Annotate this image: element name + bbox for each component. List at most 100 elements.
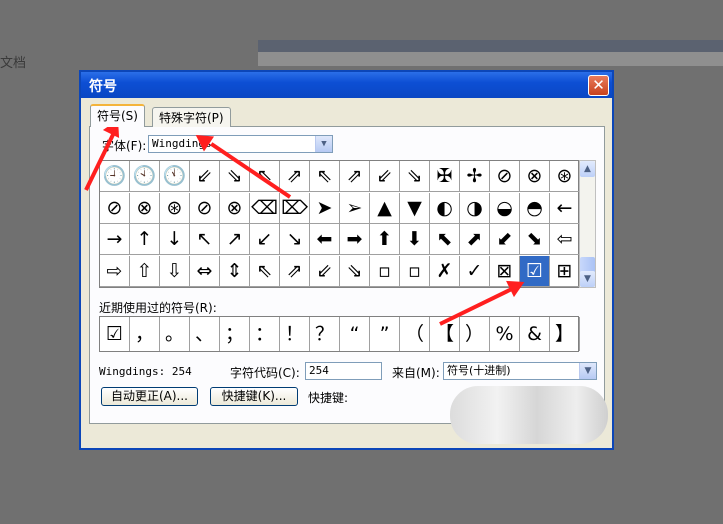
symbol-cell[interactable]: ⇧ — [130, 255, 160, 287]
recent-symbol-cell[interactable]: ” — [370, 317, 400, 351]
symbol-cell[interactable]: ← — [550, 192, 580, 224]
symbol-cell[interactable]: ⊛ — [550, 161, 580, 192]
recent-symbol-cell[interactable]: ； — [220, 317, 250, 351]
symbol-cell[interactable]: ⇘ — [340, 255, 370, 287]
symbol-cell[interactable]: ⬅ — [310, 224, 340, 255]
symbol-cell[interactable]: ➢ — [340, 192, 370, 224]
symbol-cell[interactable]: ⇕ — [220, 255, 250, 287]
recent-symbol-cell[interactable]: 。 — [160, 317, 190, 351]
symbol-cell[interactable]: ⊘ — [490, 161, 520, 192]
symbol-cell[interactable]: ⇔ — [190, 255, 220, 287]
symbol-cell[interactable]: ✠ — [430, 161, 460, 192]
symbol-cell[interactable]: ⬈ — [460, 224, 490, 255]
recent-symbol-cell[interactable]: % — [490, 317, 520, 351]
symbol-cell[interactable]: ⬆ — [370, 224, 400, 255]
tab-symbols[interactable]: 符号(S) — [90, 104, 145, 127]
from-select[interactable]: 符号(十进制) ▼ — [443, 362, 597, 380]
symbol-cell[interactable]: ⊘ — [100, 192, 130, 224]
shortcut-key-button[interactable]: 快捷键(K)... — [210, 387, 298, 406]
blurred-buttons — [450, 386, 608, 444]
recent-symbol-cell[interactable]: & — [520, 317, 550, 351]
from-label: 来自(M): — [392, 366, 440, 380]
recent-symbol-cell[interactable]: ？ — [310, 317, 340, 351]
symbol-cell[interactable]: ⊗ — [520, 161, 550, 192]
symbol-cell[interactable]: ⇗ — [280, 255, 310, 287]
close-button[interactable]: ✕ — [588, 75, 609, 96]
symbol-cell[interactable]: ⇩ — [160, 255, 190, 287]
symbol-cell[interactable]: 🕙 — [130, 161, 160, 192]
symbol-cell[interactable]: ⊞ — [550, 255, 580, 287]
symbol-cell[interactable]: ⇙ — [310, 255, 340, 287]
symbol-cell[interactable]: 🕚 — [160, 161, 190, 192]
recent-symbol-cell[interactable]: ） — [460, 317, 490, 351]
symbol-cell[interactable]: ⇖ — [250, 255, 280, 287]
symbol-cell[interactable]: ↗ — [220, 224, 250, 255]
symbol-cell[interactable]: ◐ — [430, 192, 460, 224]
recent-symbol-cell[interactable]: （ — [400, 317, 430, 351]
symbol-cell[interactable]: ⊗ — [220, 192, 250, 224]
symbol-cell[interactable]: ↑ — [130, 224, 160, 255]
recent-symbol-cell[interactable]: ： — [250, 317, 280, 351]
symbol-cell[interactable]: ▼ — [400, 192, 430, 224]
autocorrect-button[interactable]: 自动更正(A)... — [101, 387, 198, 406]
symbol-cell[interactable]: ➡ — [340, 224, 370, 255]
recent-symbol-cell[interactable]: ， — [130, 317, 160, 351]
symbol-grid: 🕘 🕙 🕚 ⇙ ⇘ ⇖ ⇗ ⇖ ⇗ ⇙ ⇘ ✠ ✢ ⊘ ⊗ ⊛ ⊘ ⊗ ⊛ ⊘ ⊗ ⌫ ⌦ ➤ ➢ ▲ ▼ ◐ ◑ ◒ ◓ ← → ↑ ↓ ↖ ↗ ↙ ↘ ⬅… — [99, 160, 580, 288]
from-select-value: 符号(十进制) — [447, 364, 511, 377]
symbol-cell[interactable]: ✢ — [460, 161, 490, 192]
tab-special-characters[interactable]: 特殊字符(P) — [152, 107, 231, 127]
recent-symbols-row: ☑，。、；：！？ “” （【）% &】 — [99, 316, 580, 352]
symbol-cell[interactable]: ⊘ — [190, 192, 220, 224]
symbol-cell[interactable]: ◒ — [490, 192, 520, 224]
recent-symbol-cell[interactable]: 】 — [550, 317, 580, 351]
symbol-cell[interactable]: ⊛ — [160, 192, 190, 224]
symbol-cell[interactable]: ⌦ — [280, 192, 310, 224]
symbol-cell[interactable]: ⬊ — [520, 224, 550, 255]
recent-symbol-cell[interactable]: 、 — [190, 317, 220, 351]
character-code-input[interactable]: 254 — [305, 362, 382, 380]
symbol-cell[interactable]: ⬇ — [400, 224, 430, 255]
symbol-cell[interactable]: ◓ — [520, 192, 550, 224]
close-icon: ✕ — [592, 76, 605, 94]
symbol-cell[interactable]: ▲ — [370, 192, 400, 224]
symbol-cell[interactable]: ➤ — [310, 192, 340, 224]
symbol-cell[interactable]: ⇘ — [400, 161, 430, 192]
symbol-cell[interactable]: → — [100, 224, 130, 255]
chevron-down-icon[interactable]: ▼ — [579, 363, 596, 379]
symbol-cell[interactable]: ↘ — [280, 224, 310, 255]
symbol-cell[interactable]: ✓ — [460, 255, 490, 287]
recent-symbol-cell[interactable]: “ — [340, 317, 370, 351]
symbol-cell[interactable]: ✗ — [430, 255, 460, 287]
symbol-cell[interactable]: ⇖ — [310, 161, 340, 192]
character-code-label: 字符代码(C): — [230, 366, 300, 380]
chevron-down-icon[interactable]: ▼ — [315, 136, 332, 152]
symbol-cell[interactable]: ⇙ — [190, 161, 220, 192]
symbol-cell[interactable]: ⇦ — [550, 224, 580, 255]
symbol-cell[interactable]: ▫ — [400, 255, 430, 287]
scroll-down-icon[interactable]: ▼ — [580, 271, 595, 287]
symbol-cell[interactable]: ↙ — [250, 224, 280, 255]
symbol-cell[interactable]: ⬋ — [490, 224, 520, 255]
symbol-cell[interactable]: ⇙ — [370, 161, 400, 192]
dialog-title: 符号 — [89, 79, 117, 95]
dialog-titlebar[interactable]: 符号 ✕ — [81, 72, 612, 98]
symbol-cell[interactable]: ◑ — [460, 192, 490, 224]
recent-symbol-cell[interactable]: ！ — [280, 317, 310, 351]
scroll-up-icon[interactable]: ▲ — [580, 161, 595, 177]
symbol-cell[interactable]: ⇨ — [100, 255, 130, 287]
grid-scrollbar[interactable]: ▲ ▼ — [579, 160, 596, 288]
symbol-cell[interactable]: ⬉ — [430, 224, 460, 255]
background-toolbar — [258, 52, 723, 66]
symbol-cell[interactable]: 🕘 — [100, 161, 130, 192]
symbol-cell[interactable]: ⇗ — [280, 161, 310, 192]
symbol-cell[interactable]: ↓ — [160, 224, 190, 255]
font-select[interactable]: Wingdings ▼ — [148, 135, 333, 153]
recent-symbols-label: 近期使用过的符号(R): — [99, 301, 217, 315]
symbol-cell[interactable]: ↖ — [190, 224, 220, 255]
symbol-cell[interactable]: ⇗ — [340, 161, 370, 192]
symbol-cell[interactable]: ⌫ — [250, 192, 280, 224]
symbol-cell[interactable]: ⊗ — [130, 192, 160, 224]
symbol-cell[interactable]: ▫ — [370, 255, 400, 287]
recent-symbol-cell[interactable]: ☑ — [100, 317, 130, 351]
character-name: Wingdings: 254 — [99, 365, 192, 378]
